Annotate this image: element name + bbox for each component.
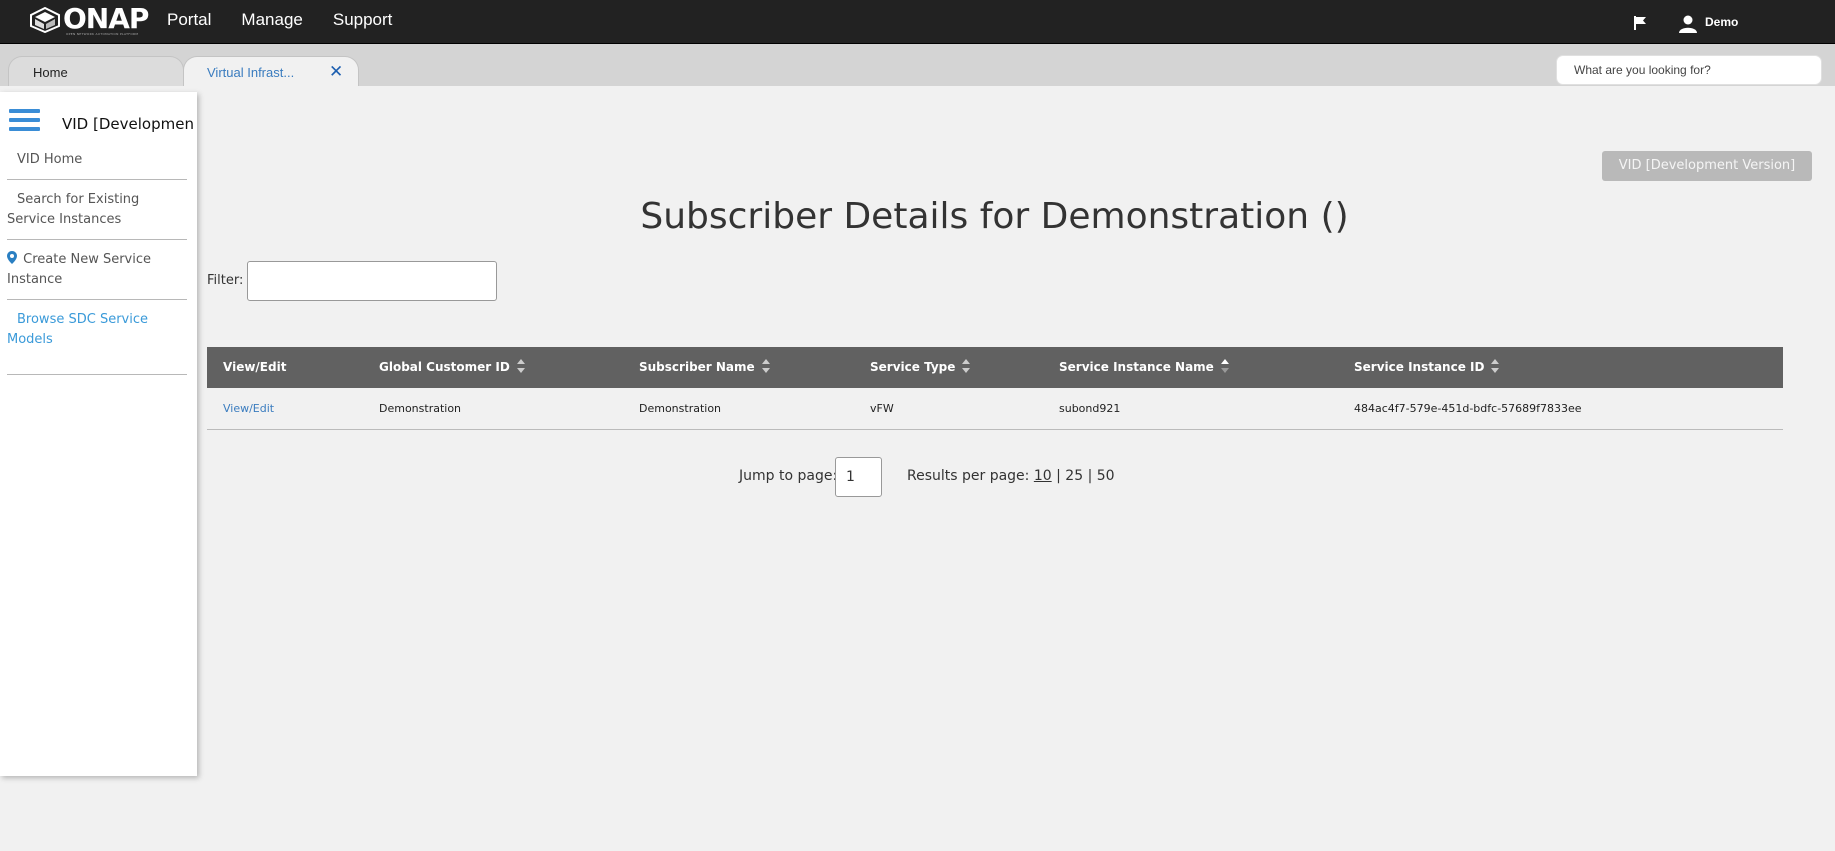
col-view-edit: View/Edit <box>223 360 287 374</box>
sidebar-item-create-new[interactable]: Create New Service Instance <box>7 250 187 300</box>
tab-virtual-infrastructure[interactable]: Virtual Infrast... ✕ <box>183 56 359 86</box>
cell-service-instance-name: subond921 <box>1059 402 1121 415</box>
col-service-instance-name[interactable]: Service Instance Name <box>1059 347 1230 388</box>
hamburger-menu-icon[interactable] <box>9 109 40 135</box>
tab-home[interactable]: Home <box>8 56 184 86</box>
page-size-50[interactable]: 50 <box>1097 468 1115 484</box>
top-navigation-bar: ONAP OPEN NETWORK AUTOMATION PLATFORM Po… <box>0 0 1835 44</box>
location-pin-icon <box>7 251 17 264</box>
tab-home-label: Home <box>33 65 68 80</box>
view-edit-link[interactable]: View/Edit <box>223 388 274 430</box>
sort-icon[interactable] <box>961 358 971 374</box>
page-title: Subscriber Details for Demonstration () <box>640 196 1349 237</box>
onap-logo-icon <box>30 7 60 33</box>
sort-icon[interactable] <box>516 358 526 374</box>
jump-to-page-input[interactable]: 1 <box>835 457 882 497</box>
sidebar-item-search-existing[interactable]: Search for Existing Service Instances <box>7 190 187 240</box>
filter-label: Filter: <box>207 273 244 288</box>
cell-service-instance-id: 484ac4f7-579e-451d-bdfc-57689f7833ee <box>1354 402 1582 415</box>
cell-subscriber-name: Demonstration <box>639 402 722 415</box>
col-global-customer-id[interactable]: Global Customer ID <box>379 347 526 388</box>
sidebar-item-label: VID Home <box>17 152 83 167</box>
flag-icon[interactable] <box>1633 16 1647 30</box>
close-icon[interactable]: ✕ <box>329 62 343 82</box>
nav-portal[interactable]: Portal <box>167 10 211 30</box>
table-header: View/Edit Global Customer ID Subscriber … <box>207 347 1783 388</box>
user-icon[interactable] <box>1679 15 1697 33</box>
cell-global-customer-id: Demonstration <box>379 402 462 415</box>
nav-manage[interactable]: Manage <box>241 10 302 30</box>
col-subscriber-name[interactable]: Subscriber Name <box>639 347 771 388</box>
filter-input[interactable] <box>247 261 497 301</box>
sidebar-item-vid-home[interactable]: VID Home <box>7 150 187 180</box>
cell-service-type: vFW <box>870 402 894 415</box>
username[interactable]: Demo <box>1705 15 1738 29</box>
subscriber-table: View/Edit Global Customer ID Subscriber … <box>207 347 1783 430</box>
sort-asc-icon[interactable] <box>1220 358 1230 374</box>
jump-to-page-label: Jump to page: <box>739 468 838 484</box>
onap-logo[interactable]: ONAP OPEN NETWORK AUTOMATION PLATFORM <box>30 2 158 36</box>
search-input[interactable]: What are you looking for? <box>1556 55 1822 85</box>
logo-text: ONAP <box>63 2 149 35</box>
sidebar-item-label: Search for Existing Service Instances <box>7 192 140 227</box>
results-per-page: Results per page: 10 | 25 | 50 <box>907 468 1115 484</box>
version-button[interactable]: VID [Development Version] <box>1602 151 1812 181</box>
page-size-25[interactable]: 25 <box>1065 468 1083 484</box>
left-sidebar: VID [Developmen VID Home Search for Exis… <box>0 92 197 776</box>
sort-icon[interactable] <box>761 358 771 374</box>
col-service-instance-id[interactable]: Service Instance ID <box>1354 347 1500 388</box>
sidebar-item-browse-sdc[interactable]: Browse SDC Service Models <box>7 310 187 375</box>
sidebar-title: VID [Developmen <box>62 115 194 133</box>
separator: | <box>1087 468 1093 484</box>
sidebar-item-label: Create New Service Instance <box>7 252 152 287</box>
main-nav: Portal Manage Support <box>167 10 422 30</box>
separator: | <box>1056 468 1061 484</box>
col-service-type[interactable]: Service Type <box>870 347 971 388</box>
tab-active-label: Virtual Infrast... <box>207 65 295 80</box>
logo-tagline: OPEN NETWORK AUTOMATION PLATFORM <box>66 32 139 36</box>
table-row: View/Edit Demonstration Demonstration vF… <box>207 388 1783 430</box>
sort-icon[interactable] <box>1490 358 1500 374</box>
sidebar-item-label: Browse SDC Service Models <box>7 312 148 347</box>
results-per-page-label: Results per page: <box>907 468 1030 484</box>
page-size-10[interactable]: 10 <box>1034 468 1052 484</box>
nav-support[interactable]: Support <box>333 10 393 30</box>
